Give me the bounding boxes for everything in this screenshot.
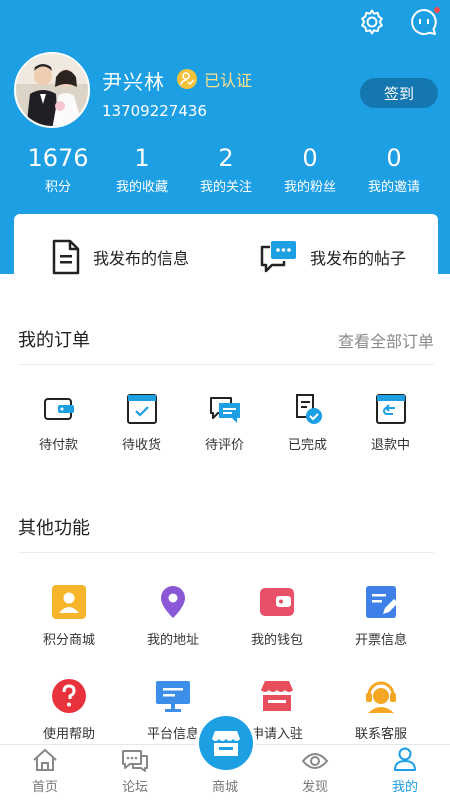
store-icon bbox=[261, 681, 293, 711]
verified-label: 已认证 bbox=[204, 71, 253, 90]
wallet-icon bbox=[260, 588, 294, 616]
func-label: 申请入驻 bbox=[250, 727, 303, 742]
order-pending-receipt[interactable]: 待收货 bbox=[100, 392, 183, 453]
chat-bubbles-icon bbox=[260, 241, 296, 273]
stat-invites[interactable]: 0 我的邀请 bbox=[352, 142, 436, 195]
tab-forum[interactable]: 论坛 bbox=[90, 745, 180, 800]
order-label: 退款中 bbox=[370, 438, 410, 453]
message-icon[interactable] bbox=[408, 6, 440, 38]
stat-label: 积分 bbox=[44, 180, 71, 195]
document-icon bbox=[52, 239, 80, 275]
func-label: 联系客服 bbox=[354, 727, 407, 742]
order-status-row: 待付款 待收货 待评价 已完成 退款中 bbox=[0, 392, 450, 453]
stat-label: 我的关注 bbox=[199, 180, 252, 195]
location-icon bbox=[161, 586, 185, 618]
tab-label: 论坛 bbox=[121, 780, 148, 795]
wallet-icon bbox=[43, 398, 74, 420]
tab-discover[interactable]: 发现 bbox=[270, 745, 360, 800]
forum-icon bbox=[122, 750, 148, 772]
order-label: 已完成 bbox=[287, 438, 327, 453]
order-label: 待收货 bbox=[121, 438, 161, 453]
tab-label: 发现 bbox=[301, 780, 328, 795]
avatar[interactable] bbox=[14, 52, 90, 128]
func-points-mall[interactable]: 积分商城 bbox=[17, 584, 121, 678]
func-my-wallet[interactable]: 我的钱包 bbox=[225, 584, 329, 678]
shop-icon bbox=[212, 731, 240, 756]
user-name: 尹兴林 bbox=[102, 70, 165, 94]
verified-badge: 已认证 bbox=[176, 67, 252, 91]
user-icon bbox=[394, 747, 416, 771]
shop-center-circle bbox=[199, 716, 253, 770]
stat-points[interactable]: 1676 积分 bbox=[16, 142, 100, 195]
func-label: 我的地址 bbox=[146, 633, 199, 648]
stat-value: 1 bbox=[134, 144, 150, 172]
invoice-icon bbox=[366, 586, 398, 618]
tab-label: 我的 bbox=[391, 780, 418, 795]
order-label: 待评价 bbox=[204, 438, 244, 453]
home-icon bbox=[33, 748, 57, 771]
my-info-label: 我发布的信息 bbox=[92, 249, 189, 268]
points-mall-icon bbox=[52, 585, 86, 619]
refund-icon bbox=[375, 394, 406, 424]
order-pending-payment[interactable]: 待付款 bbox=[17, 392, 100, 453]
order-pending-review[interactable]: 待评价 bbox=[183, 392, 266, 453]
tab-mine[interactable]: 我的 bbox=[360, 745, 450, 800]
stat-fans[interactable]: 0 我的粉丝 bbox=[268, 142, 352, 195]
stat-label: 我的邀请 bbox=[367, 180, 420, 195]
tab-home[interactable]: 首页 bbox=[0, 745, 90, 800]
signin-button[interactable]: 签到 bbox=[360, 78, 438, 108]
view-all-orders-link[interactable]: 查看全部订单 bbox=[338, 328, 434, 352]
order-refunding[interactable]: 退款中 bbox=[349, 392, 432, 453]
func-label: 开票信息 bbox=[354, 633, 407, 648]
func-label: 我的钱包 bbox=[250, 633, 303, 648]
monitor-icon bbox=[156, 681, 190, 712]
func-my-address[interactable]: 我的地址 bbox=[121, 584, 225, 678]
phone-number: 13709227436 bbox=[102, 102, 207, 120]
my-posts-card: 我发布的信息 我发布的帖子 bbox=[14, 214, 438, 300]
my-posts-button[interactable]: 我发布的帖子 bbox=[226, 239, 438, 275]
divider bbox=[18, 552, 434, 553]
stat-value: 1676 bbox=[27, 144, 89, 172]
func-label: 平台信息 bbox=[146, 727, 199, 742]
notification-dot bbox=[434, 7, 440, 13]
divider bbox=[18, 364, 434, 365]
my-posts-label: 我发布的帖子 bbox=[309, 249, 406, 268]
customer-service-icon bbox=[366, 681, 396, 713]
tab-label: 首页 bbox=[31, 780, 58, 795]
my-info-button[interactable]: 我发布的信息 bbox=[14, 239, 226, 275]
stat-value: 2 bbox=[218, 144, 234, 172]
help-icon bbox=[52, 679, 86, 713]
tab-label: 商城 bbox=[211, 780, 238, 795]
review-icon bbox=[209, 397, 240, 423]
stats-row: 1676 积分 1 我的收藏 2 我的关注 0 我的粉丝 0 我的邀请 bbox=[0, 142, 450, 195]
settings-icon[interactable] bbox=[356, 6, 388, 38]
stat-label: 我的粉丝 bbox=[283, 180, 336, 195]
order-label: 待付款 bbox=[38, 438, 78, 453]
orders-title: 我的订单 bbox=[18, 330, 90, 351]
stat-value: 0 bbox=[386, 144, 402, 172]
top-icons bbox=[356, 6, 440, 38]
stat-following[interactable]: 2 我的关注 bbox=[184, 142, 268, 195]
done-icon bbox=[295, 394, 322, 424]
verified-user-icon bbox=[177, 69, 197, 89]
stat-label: 我的收藏 bbox=[115, 180, 168, 195]
package-icon bbox=[126, 394, 157, 424]
func-label: 积分商城 bbox=[42, 633, 95, 648]
eye-icon bbox=[301, 753, 329, 769]
order-completed[interactable]: 已完成 bbox=[266, 392, 349, 453]
func-label: 使用帮助 bbox=[42, 727, 95, 742]
stat-value: 0 bbox=[302, 144, 318, 172]
functions-title: 其他功能 bbox=[18, 518, 90, 539]
stat-favorites[interactable]: 1 我的收藏 bbox=[100, 142, 184, 195]
func-invoice-info[interactable]: 开票信息 bbox=[329, 584, 433, 678]
shop-center-button[interactable] bbox=[195, 712, 257, 774]
